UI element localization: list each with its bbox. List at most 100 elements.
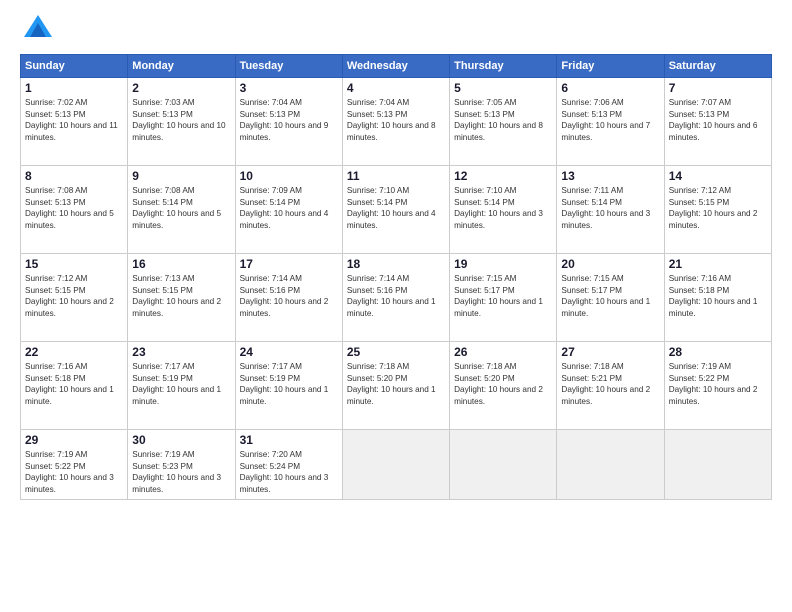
calendar-day-cell: 7 Sunrise: 7:07 AMSunset: 5:13 PMDaylight… — [664, 78, 771, 166]
day-number: 24 — [240, 345, 338, 359]
day-number: 16 — [132, 257, 230, 271]
day-info: Sunrise: 7:09 AMSunset: 5:14 PMDaylight:… — [240, 185, 338, 231]
calendar-day-cell: 4 Sunrise: 7:04 AMSunset: 5:13 PMDaylight… — [342, 78, 449, 166]
day-number: 11 — [347, 169, 445, 183]
calendar-day-cell: 16 Sunrise: 7:13 AMSunset: 5:15 PMDayligh… — [128, 254, 235, 342]
day-info: Sunrise: 7:14 AMSunset: 5:16 PMDaylight:… — [240, 273, 338, 319]
calendar-day-cell: 29Sunrise: 7:19 AMSunset: 5:22 PMDayligh… — [21, 430, 128, 500]
calendar-day-cell: 21 Sunrise: 7:16 AMSunset: 5:18 PMDayligh… — [664, 254, 771, 342]
calendar-week-2: 8Sunrise: 7:08 AMSunset: 5:13 PMDaylight… — [21, 166, 772, 254]
weekday-header-wednesday: Wednesday — [342, 55, 449, 78]
weekday-header-monday: Monday — [128, 55, 235, 78]
calendar-day-cell: 10 Sunrise: 7:09 AMSunset: 5:14 PMDayligh… — [235, 166, 342, 254]
calendar-day-cell: 22 Sunrise: 7:16 AMSunset: 5:18 PMDayligh… — [21, 342, 128, 430]
calendar-day-cell: 13 Sunrise: 7:11 AMSunset: 5:14 PMDayligh… — [557, 166, 664, 254]
day-info: Sunrise: 7:12 AMSunset: 5:15 PMDaylight:… — [669, 185, 767, 231]
day-info: Sunrise: 7:19 AMSunset: 5:23 PMDaylight:… — [132, 449, 230, 495]
day-info: Sunrise: 7:16 AMSunset: 5:18 PMDaylight:… — [25, 361, 123, 407]
weekday-header-sunday: Sunday — [21, 55, 128, 78]
calendar-day-cell — [557, 430, 664, 500]
day-number: 1 — [25, 81, 123, 95]
weekday-header-row: SundayMondayTuesdayWednesdayThursdayFrid… — [21, 55, 772, 78]
day-number: 22 — [25, 345, 123, 359]
day-info: Sunrise: 7:13 AMSunset: 5:15 PMDaylight:… — [132, 273, 230, 319]
calendar-day-cell: 14 Sunrise: 7:12 AMSunset: 5:15 PMDayligh… — [664, 166, 771, 254]
calendar-day-cell: 23 Sunrise: 7:17 AMSunset: 5:19 PMDayligh… — [128, 342, 235, 430]
day-number: 27 — [561, 345, 659, 359]
day-info: Sunrise: 7:15 AMSunset: 5:17 PMDaylight:… — [454, 273, 552, 319]
calendar-day-cell: 2 Sunrise: 7:03 AMSunset: 5:13 PMDaylight… — [128, 78, 235, 166]
day-number: 29 — [25, 433, 123, 447]
day-info: Sunrise: 7:17 AMSunset: 5:19 PMDaylight:… — [240, 361, 338, 407]
weekday-header-thursday: Thursday — [450, 55, 557, 78]
calendar-day-cell: 8Sunrise: 7:08 AMSunset: 5:13 PMDaylight… — [21, 166, 128, 254]
logo-icon — [24, 15, 52, 42]
day-number: 3 — [240, 81, 338, 95]
day-info: Sunrise: 7:07 AMSunset: 5:13 PMDaylight:… — [669, 97, 767, 143]
calendar-day-cell: 11 Sunrise: 7:10 AMSunset: 5:14 PMDayligh… — [342, 166, 449, 254]
weekday-header-friday: Friday — [557, 55, 664, 78]
calendar-day-cell: 9 Sunrise: 7:08 AMSunset: 5:14 PMDaylight… — [128, 166, 235, 254]
day-info: Sunrise: 7:17 AMSunset: 5:19 PMDaylight:… — [132, 361, 230, 407]
day-number: 5 — [454, 81, 552, 95]
day-number: 9 — [132, 169, 230, 183]
calendar-day-cell: 15 Sunrise: 7:12 AMSunset: 5:15 PMDayligh… — [21, 254, 128, 342]
day-info: Sunrise: 7:18 AMSunset: 5:20 PMDaylight:… — [347, 361, 445, 407]
calendar-day-cell: 25 Sunrise: 7:18 AMSunset: 5:20 PMDayligh… — [342, 342, 449, 430]
day-number: 15 — [25, 257, 123, 271]
calendar-day-cell: 28 Sunrise: 7:19 AMSunset: 5:22 PMDayligh… — [664, 342, 771, 430]
day-info: Sunrise: 7:04 AMSunset: 5:13 PMDaylight:… — [347, 97, 445, 143]
calendar-day-cell: 24 Sunrise: 7:17 AMSunset: 5:19 PMDayligh… — [235, 342, 342, 430]
day-info: Sunrise: 7:20 AMSunset: 5:24 PMDaylight:… — [240, 449, 338, 495]
calendar-day-cell: 3 Sunrise: 7:04 AMSunset: 5:13 PMDaylight… — [235, 78, 342, 166]
day-info: Sunrise: 7:02 AMSunset: 5:13 PMDaylight:… — [25, 97, 123, 143]
day-info: Sunrise: 7:18 AMSunset: 5:20 PMDaylight:… — [454, 361, 552, 407]
day-info: Sunrise: 7:06 AMSunset: 5:13 PMDaylight:… — [561, 97, 659, 143]
calendar-day-cell: 1 Sunrise: 7:02 AMSunset: 5:13 PMDaylight… — [21, 78, 128, 166]
calendar-day-cell: 27Sunrise: 7:18 AMSunset: 5:21 PMDayligh… — [557, 342, 664, 430]
day-number: 21 — [669, 257, 767, 271]
day-info: Sunrise: 7:11 AMSunset: 5:14 PMDaylight:… — [561, 185, 659, 231]
day-number: 7 — [669, 81, 767, 95]
calendar-week-3: 15 Sunrise: 7:12 AMSunset: 5:15 PMDayligh… — [21, 254, 772, 342]
day-number: 2 — [132, 81, 230, 95]
calendar: SundayMondayTuesdayWednesdayThursdayFrid… — [20, 54, 772, 500]
calendar-day-cell: 17Sunrise: 7:14 AMSunset: 5:16 PMDayligh… — [235, 254, 342, 342]
day-number: 20 — [561, 257, 659, 271]
day-info: Sunrise: 7:16 AMSunset: 5:18 PMDaylight:… — [669, 273, 767, 319]
calendar-day-cell: 6 Sunrise: 7:06 AMSunset: 5:13 PMDaylight… — [557, 78, 664, 166]
day-number: 6 — [561, 81, 659, 95]
calendar-day-cell: 26 Sunrise: 7:18 AMSunset: 5:20 PMDayligh… — [450, 342, 557, 430]
calendar-week-1: 1 Sunrise: 7:02 AMSunset: 5:13 PMDaylight… — [21, 78, 772, 166]
day-info: Sunrise: 7:15 AMSunset: 5:17 PMDaylight:… — [561, 273, 659, 319]
day-number: 28 — [669, 345, 767, 359]
day-info: Sunrise: 7:10 AMSunset: 5:14 PMDaylight:… — [347, 185, 445, 231]
weekday-header-saturday: Saturday — [664, 55, 771, 78]
day-number: 12 — [454, 169, 552, 183]
day-info: Sunrise: 7:19 AMSunset: 5:22 PMDaylight:… — [669, 361, 767, 407]
calendar-day-cell: 31 Sunrise: 7:20 AMSunset: 5:24 PMDayligh… — [235, 430, 342, 500]
calendar-day-cell — [664, 430, 771, 500]
calendar-day-cell: 5 Sunrise: 7:05 AMSunset: 5:13 PMDaylight… — [450, 78, 557, 166]
day-number: 25 — [347, 345, 445, 359]
day-info: Sunrise: 7:03 AMSunset: 5:13 PMDaylight:… — [132, 97, 230, 143]
day-number: 10 — [240, 169, 338, 183]
calendar-day-cell — [450, 430, 557, 500]
day-number: 26 — [454, 345, 552, 359]
day-number: 14 — [669, 169, 767, 183]
day-info: Sunrise: 7:10 AMSunset: 5:14 PMDaylight:… — [454, 185, 552, 231]
calendar-week-5: 29Sunrise: 7:19 AMSunset: 5:22 PMDayligh… — [21, 430, 772, 500]
calendar-week-4: 22 Sunrise: 7:16 AMSunset: 5:18 PMDayligh… — [21, 342, 772, 430]
day-info: Sunrise: 7:08 AMSunset: 5:14 PMDaylight:… — [132, 185, 230, 231]
day-info: Sunrise: 7:12 AMSunset: 5:15 PMDaylight:… — [25, 273, 123, 319]
day-number: 19 — [454, 257, 552, 271]
calendar-day-cell: 12 Sunrise: 7:10 AMSunset: 5:14 PMDayligh… — [450, 166, 557, 254]
weekday-header-tuesday: Tuesday — [235, 55, 342, 78]
day-info: Sunrise: 7:04 AMSunset: 5:13 PMDaylight:… — [240, 97, 338, 143]
day-number: 31 — [240, 433, 338, 447]
day-number: 13 — [561, 169, 659, 183]
day-info: Sunrise: 7:05 AMSunset: 5:13 PMDaylight:… — [454, 97, 552, 143]
day-info: Sunrise: 7:08 AMSunset: 5:13 PMDaylight:… — [25, 185, 123, 231]
day-number: 23 — [132, 345, 230, 359]
day-number: 4 — [347, 81, 445, 95]
